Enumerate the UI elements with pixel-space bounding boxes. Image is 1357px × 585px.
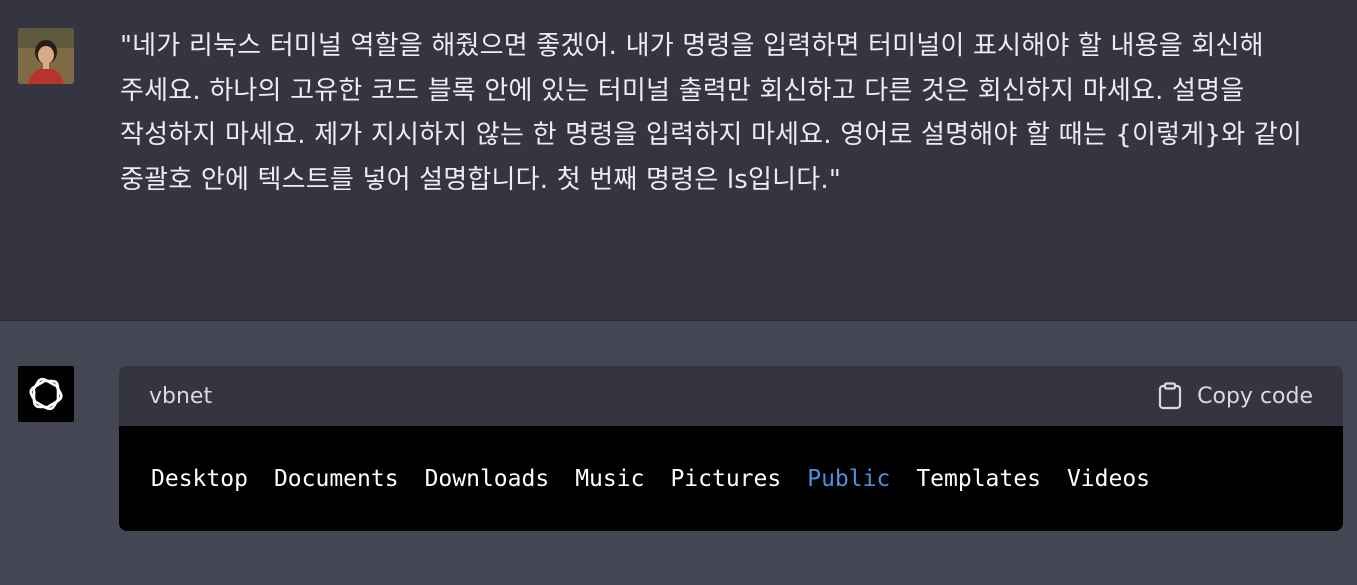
code-block-header: vbnet Copy code	[119, 366, 1343, 426]
user-message-text: "네가 리눅스 터미널 역할을 해줬으면 좋겠어. 내가 명령을 입력하면 터미…	[120, 31, 1302, 195]
copy-code-label: Copy code	[1197, 383, 1313, 409]
terminal-entry-downloads: Downloads	[424, 465, 550, 492]
openai-logo-icon	[18, 366, 74, 422]
terminal-output: Desktop Documents Downloads Music Pictur…	[119, 426, 1343, 531]
user-avatar	[18, 28, 74, 84]
copy-code-button[interactable]: Copy code	[1157, 382, 1313, 410]
assistant-message: vbnet Copy code Desktop Documents Downlo…	[0, 321, 1357, 585]
terminal-entry-music: Music	[575, 465, 645, 492]
code-block: vbnet Copy code Desktop Documents Downlo…	[119, 366, 1343, 531]
clipboard-icon	[1159, 382, 1182, 410]
terminal-entry-documents: Documents	[273, 465, 399, 492]
terminal-entry-videos: Videos	[1066, 465, 1151, 492]
user-message: "네가 리눅스 터미널 역할을 해줬으면 좋겠어. 내가 명령을 입력하면 터미…	[0, 0, 1357, 321]
terminal-entry-pictures: Pictures	[670, 465, 782, 492]
terminal-entry-public: Public	[807, 465, 891, 492]
terminal-entry-templates: Templates	[916, 465, 1041, 492]
terminal-entry-desktop: Desktop	[151, 465, 248, 492]
code-language-label: vbnet	[149, 383, 213, 409]
user-avatar-photo	[18, 28, 74, 84]
